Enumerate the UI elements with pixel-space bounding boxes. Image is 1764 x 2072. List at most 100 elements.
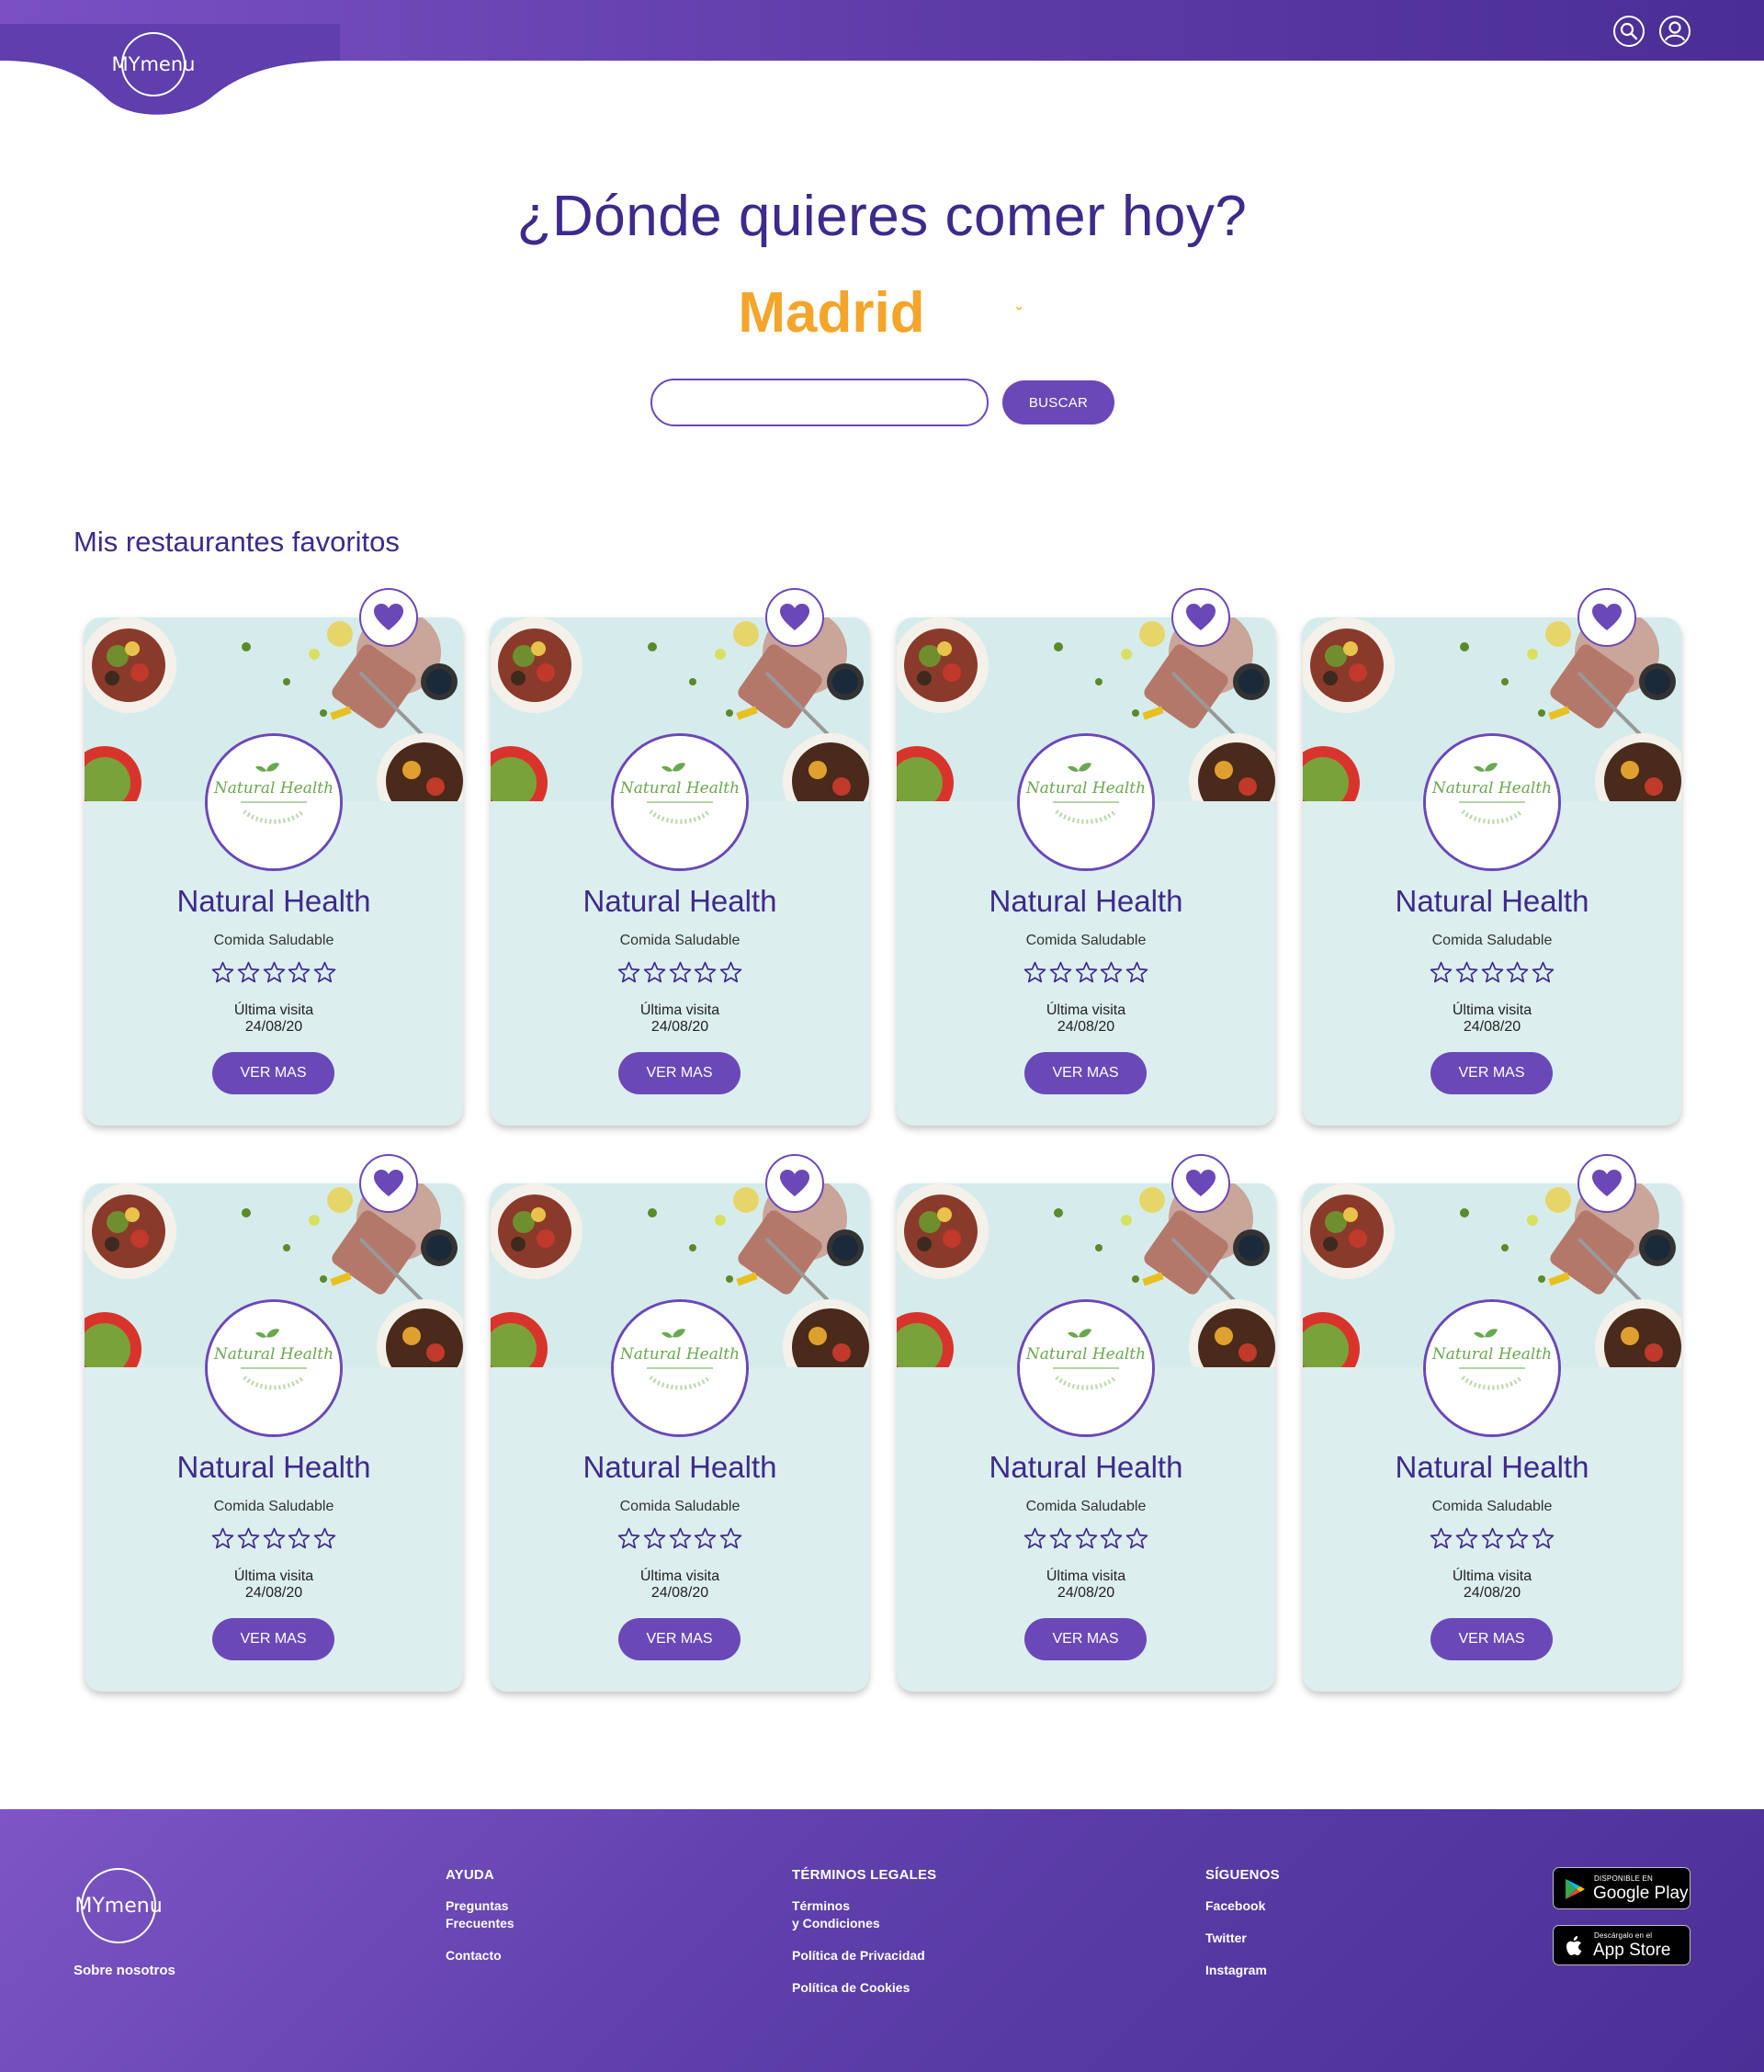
star-icon[interactable]	[1100, 1527, 1123, 1550]
instagram-link[interactable]: Instagram	[1205, 1962, 1280, 1979]
star-icon[interactable]	[1430, 961, 1453, 984]
restaurant-name: Natural Health	[989, 884, 1183, 918]
star-icon[interactable]	[1023, 961, 1046, 984]
ver-mas-button[interactable]: VER MAS	[1430, 1052, 1553, 1094]
star-icon[interactable]	[669, 1527, 692, 1550]
star-icon[interactable]	[263, 961, 286, 984]
footer-legal-heading: TÉRMINOS LEGALES	[792, 1867, 937, 1883]
city-selector[interactable]: Madrid	[0, 280, 1663, 345]
star-icon[interactable]	[1075, 1527, 1098, 1550]
favorite-toggle[interactable]	[1577, 588, 1636, 647]
restaurant-name: Natural Health	[582, 1450, 777, 1484]
ver-mas-button[interactable]: VER MAS	[212, 1052, 334, 1094]
twitter-link[interactable]: Twitter	[1205, 1930, 1280, 1947]
star-icon[interactable]	[617, 1527, 640, 1550]
star-icon[interactable]	[643, 1527, 666, 1550]
star-icon[interactable]	[719, 1527, 742, 1550]
svg-text:Natural Health: Natural Health	[213, 1345, 334, 1364]
search-icon[interactable]	[1612, 15, 1645, 48]
favorite-toggle[interactable]	[359, 1154, 418, 1213]
rating-stars[interactable]	[1023, 961, 1148, 987]
star-icon[interactable]	[211, 961, 234, 984]
contact-link[interactable]: Contacto	[446, 1947, 514, 1964]
ver-mas-button[interactable]: VER MAS	[618, 1618, 741, 1660]
star-icon[interactable]	[1049, 1527, 1072, 1550]
star-icon[interactable]	[694, 961, 717, 984]
last-visit-label: Última visita	[639, 1002, 720, 1018]
restaurant-card: Natural Health Natural Health Comida Sal…	[491, 588, 869, 1126]
star-icon[interactable]	[1455, 961, 1478, 984]
favorite-toggle[interactable]	[765, 1154, 824, 1213]
about-link[interactable]: Sobre nosotros	[74, 1963, 175, 1978]
star-icon[interactable]	[237, 961, 260, 984]
star-icon[interactable]	[1023, 1527, 1046, 1550]
google-play-button[interactable]: DISPONIBLE EN Google Play	[1553, 1867, 1690, 1909]
app-store-button[interactable]: Descárgalo en el App Store	[1553, 1925, 1690, 1965]
user-icon[interactable]	[1658, 15, 1691, 48]
star-icon[interactable]	[1481, 961, 1504, 984]
ver-mas-button[interactable]: VER MAS	[1430, 1618, 1553, 1660]
star-icon[interactable]	[1125, 961, 1148, 984]
star-icon[interactable]	[694, 1527, 717, 1550]
star-icon[interactable]	[1532, 1527, 1555, 1550]
star-icon[interactable]	[643, 961, 666, 984]
restaurant-card: Natural Health Natural Health Comida Sal…	[1303, 1154, 1681, 1692]
ver-mas-button[interactable]: VER MAS	[1024, 1052, 1147, 1094]
star-icon[interactable]	[1430, 1527, 1453, 1550]
last-visit-label: Última visita	[233, 1002, 314, 1018]
svg-text:MYmenu: MYmenu	[112, 53, 196, 75]
star-icon[interactable]	[313, 961, 336, 984]
star-icon[interactable]	[1506, 1527, 1529, 1550]
rating-stars[interactable]	[617, 1527, 742, 1553]
faq-link[interactable]: Preguntas Frecuentes	[446, 1897, 514, 1932]
cookies-link[interactable]: Política de Cookies	[792, 1979, 936, 1997]
rating-stars[interactable]	[1430, 961, 1555, 987]
star-icon[interactable]	[313, 1527, 336, 1550]
star-icon[interactable]	[1125, 1527, 1148, 1550]
rating-stars[interactable]	[617, 961, 742, 987]
favorite-toggle[interactable]	[1577, 1154, 1636, 1213]
chevron-down-icon[interactable]: ˇ	[1016, 305, 1023, 326]
star-icon[interactable]	[1100, 961, 1123, 984]
ver-mas-button[interactable]: VER MAS	[1024, 1618, 1147, 1660]
privacy-link[interactable]: Política de Privacidad	[792, 1947, 936, 1964]
search-button[interactable]: BUSCAR	[1002, 380, 1114, 425]
star-icon[interactable]	[288, 961, 311, 984]
star-icon[interactable]	[1506, 961, 1529, 984]
star-icon[interactable]	[719, 961, 742, 984]
favorite-toggle[interactable]	[1171, 588, 1230, 647]
terms-link[interactable]: Términos y Condiciones	[792, 1897, 936, 1932]
heart-icon	[374, 604, 403, 630]
star-icon[interactable]	[1049, 961, 1072, 984]
star-icon[interactable]	[1455, 1527, 1478, 1550]
star-icon[interactable]	[617, 961, 640, 984]
ver-mas-button[interactable]: VER MAS	[618, 1052, 741, 1094]
rating-stars[interactable]	[1430, 1527, 1555, 1553]
star-icon[interactable]	[669, 961, 692, 984]
star-icon[interactable]	[237, 1527, 260, 1550]
restaurant-card: Natural Health Natural Health Comida Sal…	[85, 588, 463, 1126]
facebook-link[interactable]: Facebook	[1205, 1897, 1280, 1915]
star-icon[interactable]	[1532, 961, 1555, 984]
footer-help-column: AYUDA Preguntas Frecuentes Contacto	[446, 1867, 514, 1979]
heart-icon	[1186, 1170, 1216, 1196]
restaurant-category: Comida Saludable	[1025, 1499, 1147, 1514]
favorite-toggle[interactable]	[359, 588, 418, 647]
star-icon[interactable]	[288, 1527, 311, 1550]
rating-stars[interactable]	[1023, 1527, 1148, 1553]
rating-stars[interactable]	[211, 961, 336, 987]
ver-mas-button[interactable]: VER MAS	[212, 1618, 334, 1660]
star-icon[interactable]	[211, 1527, 234, 1550]
star-icon[interactable]	[1075, 961, 1098, 984]
star-icon[interactable]	[263, 1527, 286, 1550]
restaurant-card: Natural Health Natural Health Comida Sal…	[897, 1154, 1275, 1692]
favorite-toggle[interactable]	[1171, 1154, 1230, 1213]
last-visit-date: 24/08/20	[244, 1019, 303, 1035]
favorite-toggle[interactable]	[765, 588, 824, 647]
mymenu-logo[interactable]: MYmenu	[102, 28, 203, 101]
search-input[interactable]	[650, 379, 989, 426]
last-visit-label: Última visita	[233, 1568, 314, 1584]
footer-logo[interactable]: MYmenu	[71, 1864, 172, 1947]
rating-stars[interactable]	[211, 1527, 336, 1553]
star-icon[interactable]	[1481, 1527, 1504, 1550]
